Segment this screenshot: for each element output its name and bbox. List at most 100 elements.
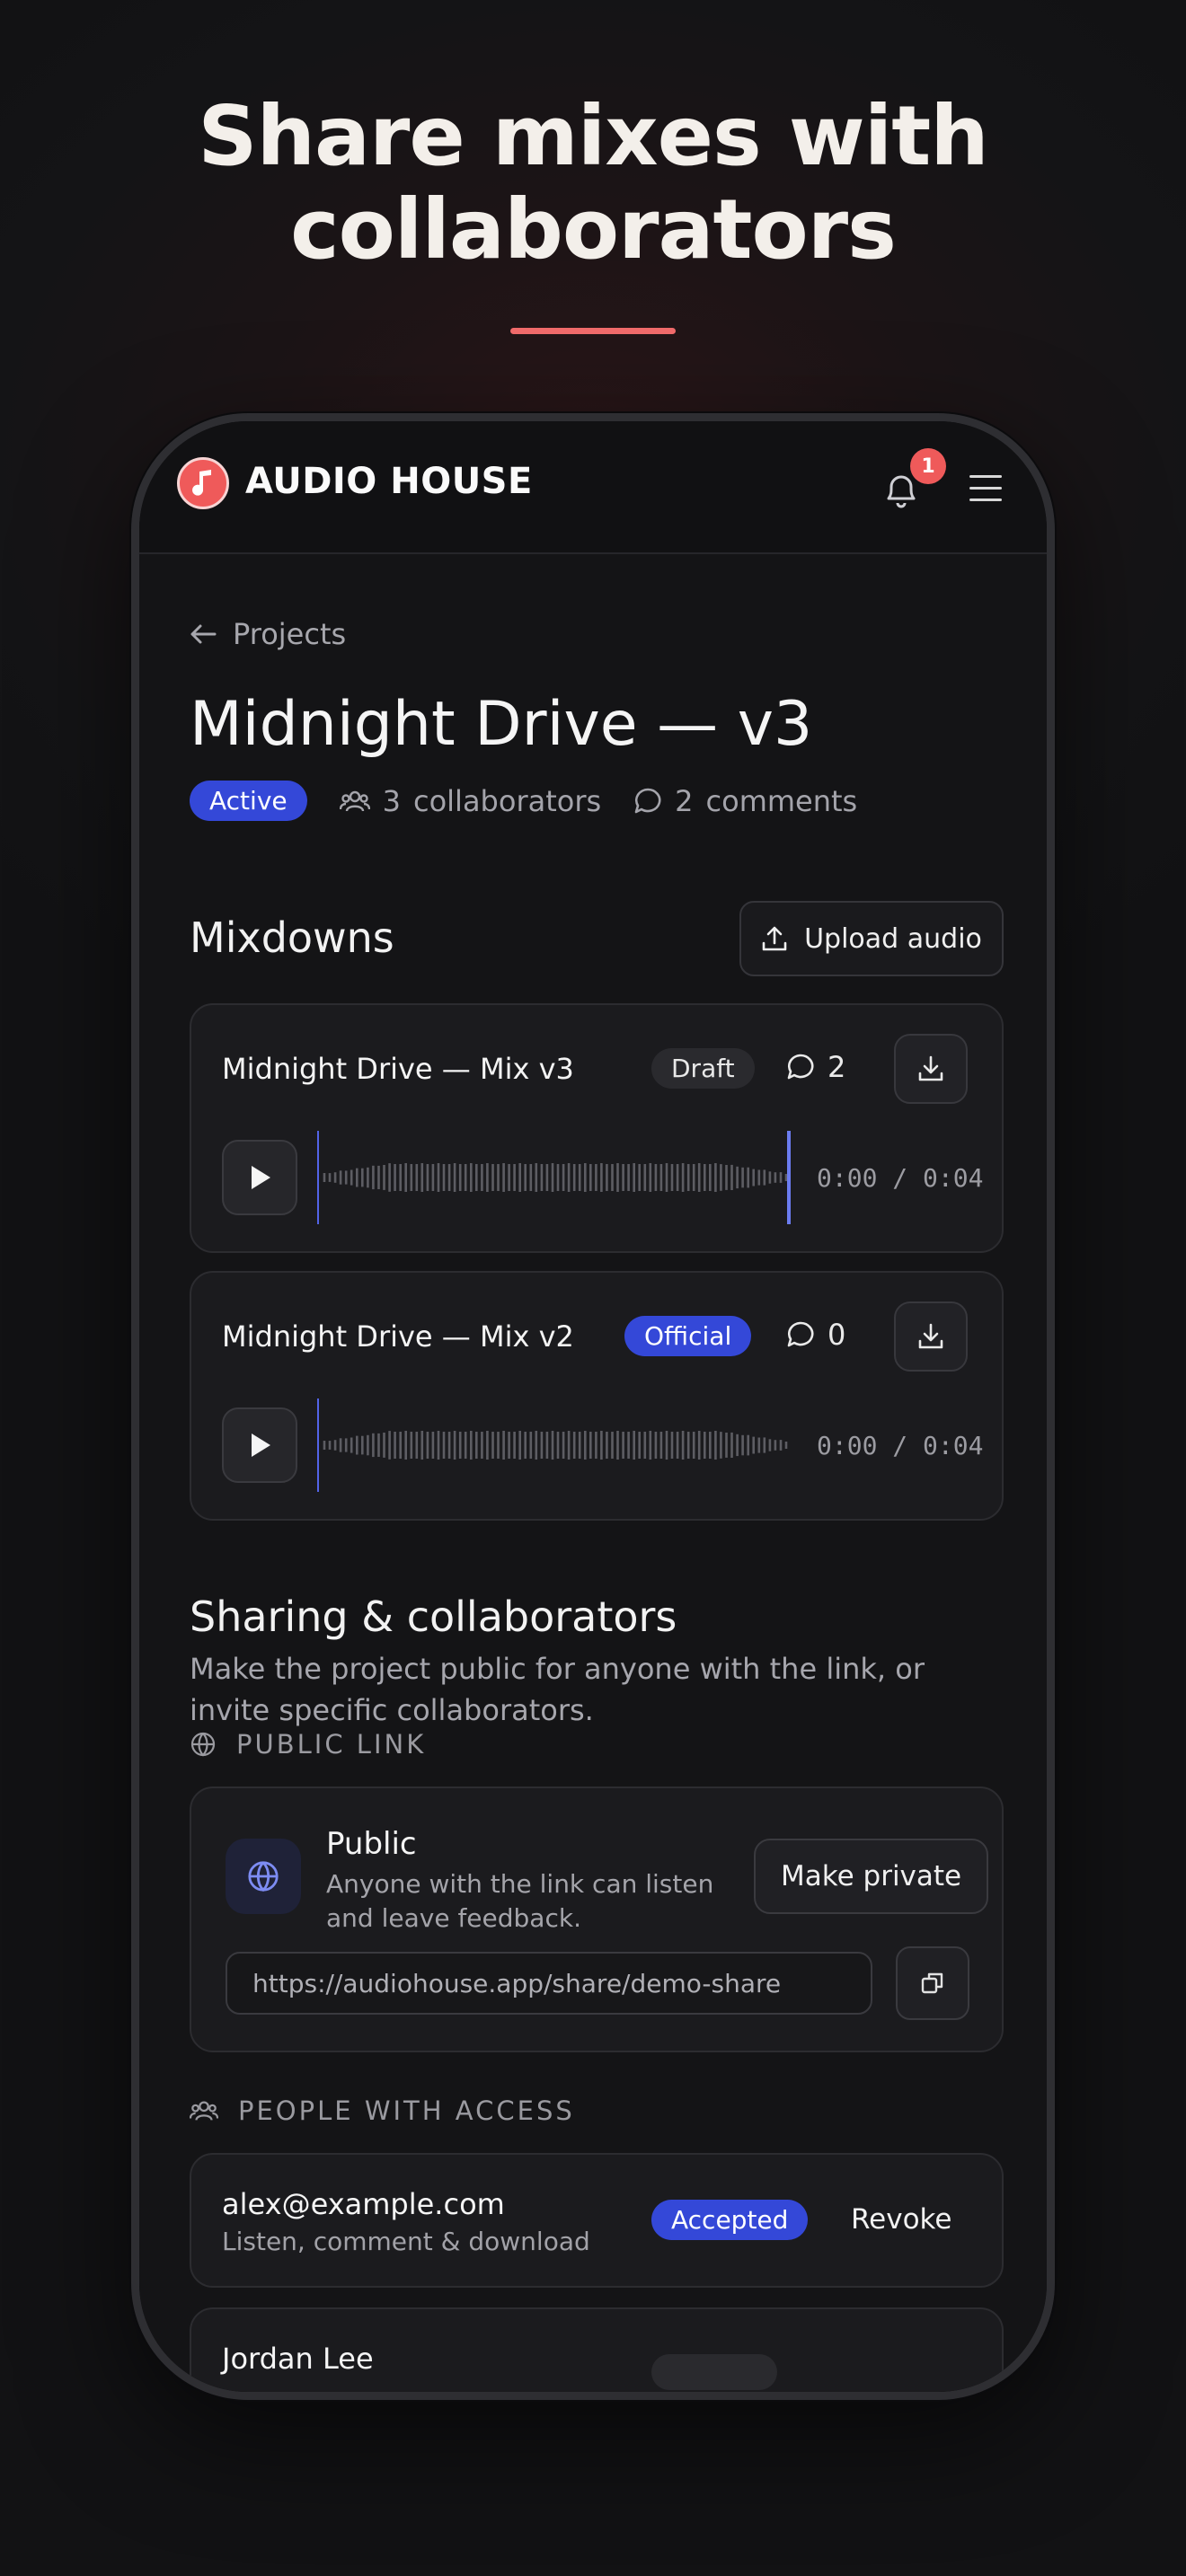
waveform-bar [768, 1439, 772, 1451]
waveform-bar [442, 1164, 446, 1191]
mix-status-badge: Draft [651, 1048, 755, 1089]
waveform-bar [697, 1431, 701, 1460]
waveform-bar [377, 1165, 380, 1189]
waveform-bar [763, 1169, 766, 1186]
globe-icon [190, 1732, 216, 1757]
make-private-button[interactable]: Make private [754, 1839, 989, 1914]
waveform-bar [741, 1434, 744, 1456]
brand-name[interactable]: AUDIO HOUSE [245, 461, 533, 502]
mix-comments[interactable]: 2 [786, 1050, 845, 1084]
waveform-bar [394, 1432, 396, 1459]
waveform-bar [437, 1163, 440, 1192]
waveform-bar [475, 1432, 478, 1459]
users-icon [339, 790, 370, 811]
share-link-field[interactable]: https://audiohouse.app/share/demo-share [226, 1952, 872, 2015]
waveform-bar [339, 1438, 342, 1452]
waveform-bar [757, 1437, 761, 1453]
hero-headline: Share mixes with collaborators [0, 90, 1186, 277]
music-note-icon[interactable] [177, 457, 229, 509]
waveform-bar [595, 1164, 597, 1191]
waveform-bar [529, 1432, 533, 1459]
waveform-bar [415, 1432, 419, 1459]
play-button[interactable] [222, 1140, 297, 1215]
collaborators-count: 3 [382, 783, 401, 818]
revoke-button[interactable]: Revoke [851, 2203, 951, 2236]
waveform-bar [720, 1164, 722, 1191]
waveform-bar [442, 1432, 446, 1459]
waveform-bar [388, 1163, 391, 1192]
waveform-bar [556, 1164, 560, 1191]
waveform-bar [551, 1163, 554, 1192]
waveform-bar [692, 1164, 695, 1191]
public-link-label: PUBLIC LINK [236, 1729, 427, 1760]
waveform-bar [470, 1163, 473, 1192]
mix-status-badge: Official [624, 1316, 752, 1356]
play-button[interactable] [222, 1407, 297, 1483]
app-bar: AUDIO HOUSE 1 [139, 421, 1047, 554]
waveform-bar [600, 1431, 603, 1460]
waveform-bar [654, 1432, 658, 1459]
waveform-bar [606, 1164, 608, 1191]
waveform-bar [540, 1432, 544, 1459]
waveform-bar [714, 1163, 717, 1192]
waveform-bar [399, 1432, 402, 1459]
people-label-row: PEOPLE WITH ACCESS [190, 2095, 575, 2126]
invite-status-badge: Accepted [651, 2200, 809, 2240]
waveform-bar [686, 1432, 690, 1459]
waveform-bar [470, 1431, 473, 1460]
waveform-bar [420, 1431, 424, 1460]
hamburger-menu-icon[interactable] [969, 475, 1002, 502]
waveform-bar [659, 1432, 663, 1459]
waveform-bar [513, 1164, 516, 1191]
hero-line-1: Share mixes with [198, 88, 989, 184]
project-meta: Active 3 collaborators 2 comments [190, 781, 857, 821]
role-select[interactable] [651, 2354, 777, 2390]
waveform-bar [654, 1164, 658, 1191]
waveform[interactable] [317, 1398, 793, 1492]
waveform-bar [697, 1163, 701, 1192]
download-button[interactable] [894, 1034, 968, 1104]
comment-icon [787, 1054, 814, 1080]
waveform-bar [545, 1164, 549, 1191]
waveform-bar [367, 1167, 369, 1188]
upload-audio-label: Upload audio [804, 922, 982, 955]
download-button[interactable] [894, 1301, 968, 1372]
waveform-bar [578, 1164, 581, 1191]
waveform-bar [431, 1164, 435, 1191]
hero-underline [510, 328, 676, 334]
waveform-bar [616, 1431, 619, 1460]
comments-count: 2 [675, 783, 694, 818]
upload-audio-button[interactable]: Upload audio [739, 901, 1004, 976]
waveform-bar [410, 1432, 413, 1459]
waveform-bar [344, 1170, 348, 1185]
waveform-bar [377, 1433, 380, 1457]
waveform-bar [529, 1164, 533, 1191]
waveform-bar [616, 1163, 619, 1192]
collaborators-meta: 3 collaborators [339, 783, 601, 818]
waveform-bar [611, 1164, 614, 1191]
users-icon [190, 2101, 218, 2121]
waveform-bar [649, 1163, 652, 1192]
waveform-bar [676, 1432, 679, 1459]
page-content: Projects Midnight Drive — v3 Active 3 co… [139, 554, 1047, 2392]
waveform-bar [350, 1169, 353, 1186]
waveform-bar [535, 1431, 538, 1460]
waveform-bar [323, 1441, 326, 1450]
waveform-bar [410, 1164, 413, 1191]
waveform-bar [486, 1431, 489, 1460]
waveform[interactable] [317, 1131, 793, 1224]
mixdowns-heading: Mixdowns [190, 913, 394, 962]
waveform-bar [518, 1431, 521, 1460]
copy-link-button[interactable] [896, 1946, 969, 2020]
waveform-bar [704, 1432, 706, 1459]
waveform-bar [763, 1437, 766, 1453]
public-link-label-row: PUBLIC LINK [190, 1729, 426, 1760]
waveform-bar [356, 1168, 358, 1187]
mix-comments[interactable]: 0 [786, 1318, 845, 1352]
person-row: alex@example.com Listen, comment & downl… [190, 2153, 1004, 2288]
waveform-bar [328, 1173, 332, 1182]
waveform-bar [328, 1441, 332, 1450]
back-link[interactable]: Projects [190, 617, 346, 651]
waveform-bar [774, 1172, 777, 1183]
waveform-bar [426, 1164, 429, 1191]
